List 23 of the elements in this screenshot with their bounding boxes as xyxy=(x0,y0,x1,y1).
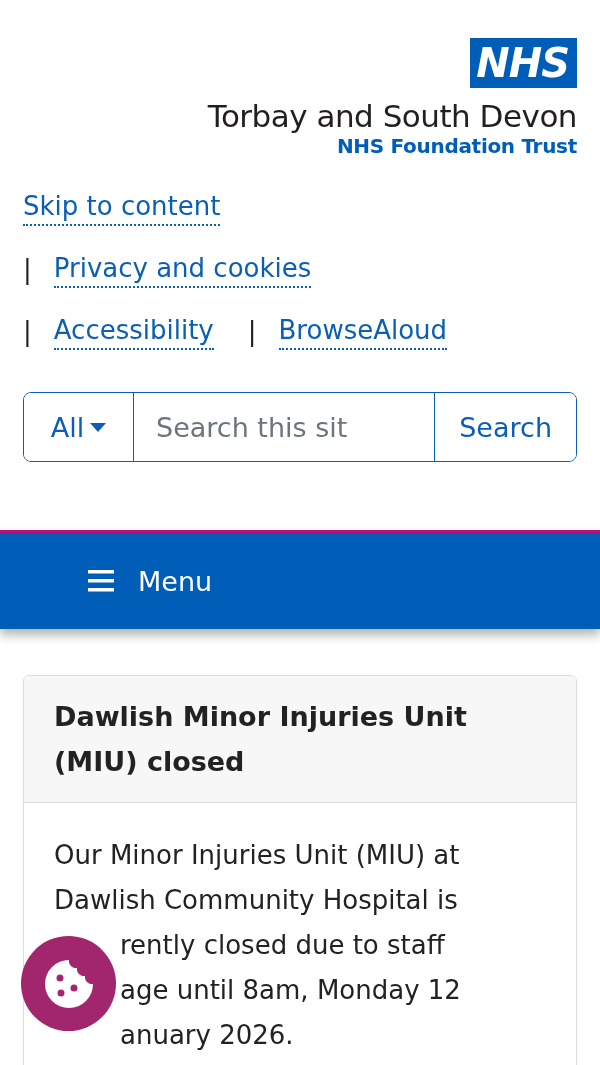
alert-title: Dawlish Minor Injuries Unit (MIU) closed xyxy=(24,676,576,803)
header-link[interactable]: Accessibility xyxy=(53,312,214,350)
scope-dropdown[interactable]: All xyxy=(24,393,134,461)
menu-button[interactable]: Menu xyxy=(88,565,213,597)
alert-text-line: rently closed due to staff xyxy=(120,929,445,962)
caret-icon xyxy=(90,422,107,432)
header-link[interactable]: Privacy and cookies xyxy=(53,250,312,288)
header-link[interactable]: BrowseAloud xyxy=(278,312,448,350)
alert-text-line: age until 8am, Monday 12 xyxy=(120,974,461,1007)
link-separator: | xyxy=(23,315,32,349)
header-link[interactable]: Skip to content xyxy=(23,188,221,226)
nhs-logo[interactable]: NHS xyxy=(470,38,577,88)
cookie-icon xyxy=(42,957,95,1010)
alert-text-line: Our Minor Injuries Unit (MIU) at xyxy=(54,839,460,872)
link-separator: | xyxy=(247,315,257,349)
search-button[interactable]: Search xyxy=(434,393,576,461)
menu-icon xyxy=(88,570,114,592)
link-separator: | xyxy=(23,253,32,287)
alert-text-line: Dawlish Community Hospital is xyxy=(54,884,458,917)
trust-subtitle: NHS Foundation Trust xyxy=(336,134,577,158)
trust-name: Torbay and South Devon xyxy=(207,98,577,134)
search-bar[interactable]: All Search this sit Search xyxy=(23,392,577,462)
alert-text-line: anuary 2026. xyxy=(120,1019,294,1052)
